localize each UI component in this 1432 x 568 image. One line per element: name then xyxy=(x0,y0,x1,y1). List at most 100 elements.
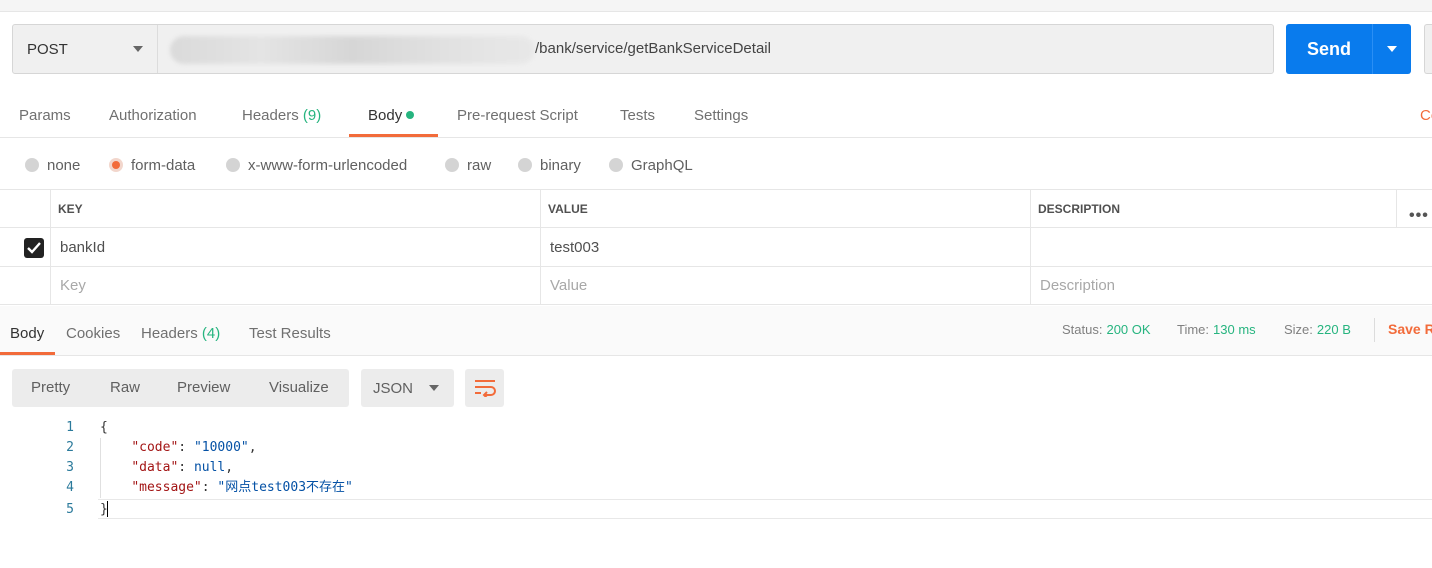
json-value: "网点test003不存在" xyxy=(217,480,353,495)
radio-icon xyxy=(518,158,532,172)
text-cursor xyxy=(107,501,108,517)
json-value: "10000" xyxy=(193,440,249,455)
time-readout: Time: 130 ms xyxy=(1177,322,1256,337)
radio-form-data-label: form-data xyxy=(131,156,196,174)
new-value-input[interactable]: Value xyxy=(540,267,1030,304)
json-key: "code" xyxy=(131,440,179,455)
size-label: Size: xyxy=(1284,322,1313,337)
new-key-input[interactable]: Key xyxy=(50,267,540,304)
method-select[interactable]: POST xyxy=(13,25,158,73)
param-key-cell[interactable]: bankId xyxy=(50,228,540,266)
radio-urlencoded[interactable]: x-www-form-urlencoded xyxy=(226,140,407,190)
new-description-input[interactable]: Description xyxy=(1030,267,1432,304)
line-number: 4 xyxy=(66,480,74,495)
json-key: "data" xyxy=(131,460,179,475)
radio-icon xyxy=(609,158,623,172)
tab-params[interactable]: Params xyxy=(19,90,71,138)
url-input[interactable]: /bank/service/getBankServiceDetail xyxy=(158,25,1273,73)
column-description-header: DESCRIPTION xyxy=(1030,190,1396,227)
view-preview-button[interactable]: Preview xyxy=(177,369,230,407)
tab-pre-request-script[interactable]: Pre-request Script xyxy=(457,90,578,138)
radio-graphql[interactable]: GraphQL xyxy=(609,140,693,190)
chevron-down-icon xyxy=(133,46,143,52)
view-visualize-button[interactable]: Visualize xyxy=(269,369,329,407)
tab-body[interactable]: Body xyxy=(368,90,415,138)
json-value: null xyxy=(193,460,226,475)
response-tab-headers[interactable]: Headers (4) xyxy=(141,306,220,356)
body-active-dot-icon xyxy=(406,111,415,119)
send-button[interactable]: Send xyxy=(1286,24,1411,74)
radio-icon xyxy=(25,158,39,172)
code-text: "code": "10000", xyxy=(131,440,257,455)
more-options-icon[interactable]: ••• xyxy=(1409,207,1429,225)
column-value-header: VALUE xyxy=(540,190,1030,227)
radio-binary-label: binary xyxy=(540,156,581,174)
request-url-bar: POST /bank/service/getBankServiceDetail xyxy=(12,24,1274,74)
chevron-down-icon xyxy=(429,385,440,391)
body-type-selector: none form-data x-www-form-urlencoded raw… xyxy=(0,140,1432,190)
radio-none-label: none xyxy=(47,156,81,174)
json-comma: , xyxy=(225,460,234,475)
tab-headers-label: Headers xyxy=(242,107,299,124)
response-tab-test-results[interactable]: Test Results xyxy=(249,306,331,356)
code-text: "data": null, xyxy=(131,460,234,475)
save-response-button[interactable]: Save R xyxy=(1388,321,1432,337)
radio-raw-label: raw xyxy=(467,156,492,174)
format-select[interactable]: JSON xyxy=(361,369,454,407)
code-text: "message": "网点test003不存在" xyxy=(131,480,353,495)
json-comma: , xyxy=(248,440,257,455)
send-options-button[interactable] xyxy=(1373,46,1411,52)
time-label: Time: xyxy=(1177,322,1210,337)
code-line: 3 "data": null, xyxy=(0,458,1432,478)
time-value: 130 ms xyxy=(1213,322,1256,337)
radio-icon xyxy=(226,158,240,172)
cookies-link[interactable]: Co xyxy=(1420,107,1432,124)
radio-none[interactable]: none xyxy=(25,140,80,190)
view-raw-button[interactable]: Raw xyxy=(110,369,140,407)
tab-headers-count: (9) xyxy=(302,107,322,124)
response-tab-body[interactable]: Body xyxy=(10,306,44,356)
send-label: Send xyxy=(1306,38,1351,59)
code-text: { xyxy=(100,420,108,435)
param-description-cell[interactable] xyxy=(1030,228,1432,266)
radio-icon xyxy=(445,158,459,172)
active-tab-indicator xyxy=(349,134,438,137)
status-readout: Status: 200 OK xyxy=(1062,322,1151,337)
json-key: "message" xyxy=(131,480,202,495)
line-number: 1 xyxy=(66,420,74,435)
radio-binary[interactable]: binary xyxy=(518,140,581,190)
code-line: 4 "message": "网点test003不存在" xyxy=(0,478,1432,498)
chevron-down-icon xyxy=(1387,46,1397,52)
code-line: 1 { xyxy=(0,418,1432,438)
status-value: 200 OK xyxy=(1106,322,1151,337)
format-label: JSON xyxy=(373,379,414,397)
radio-form-data[interactable]: form-data xyxy=(109,140,195,190)
line-number: 3 xyxy=(66,460,74,475)
response-tab-headers-count: (4) xyxy=(201,325,221,342)
method-label: POST xyxy=(27,40,68,58)
tab-body-label: Body xyxy=(368,107,403,124)
radio-selected-icon xyxy=(109,158,123,172)
response-active-tab-indicator xyxy=(0,352,55,355)
code-line: 2 "code": "10000", xyxy=(0,438,1432,458)
view-mode-group: Pretty Raw Preview Visualize xyxy=(12,369,349,407)
row-checkbox[interactable] xyxy=(24,238,44,258)
radio-urlencoded-label: x-www-form-urlencoded xyxy=(248,156,408,174)
tab-settings[interactable]: Settings xyxy=(694,90,748,138)
radio-graphql-label: GraphQL xyxy=(631,156,693,174)
line-number: 2 xyxy=(66,440,74,455)
param-value-cell[interactable]: test003 xyxy=(540,228,1030,266)
wrap-lines-button[interactable] xyxy=(465,369,504,407)
radio-raw[interactable]: raw xyxy=(445,140,491,190)
table-header-row: KEY VALUE DESCRIPTION ••• xyxy=(0,190,1432,228)
table-row: bankId test003 xyxy=(0,228,1432,267)
line-number: 5 xyxy=(66,502,74,517)
view-pretty-button[interactable]: Pretty xyxy=(31,369,70,407)
tab-authorization[interactable]: Authorization xyxy=(109,90,197,138)
save-button-stub[interactable] xyxy=(1424,24,1432,74)
request-tabs: Params Authorization Headers (9) Body Pr… xyxy=(0,90,1432,138)
column-key-header: KEY xyxy=(50,190,540,227)
tab-tests[interactable]: Tests xyxy=(620,90,655,138)
tab-headers[interactable]: Headers (9) xyxy=(242,90,321,138)
response-tab-cookies[interactable]: Cookies xyxy=(66,306,120,356)
